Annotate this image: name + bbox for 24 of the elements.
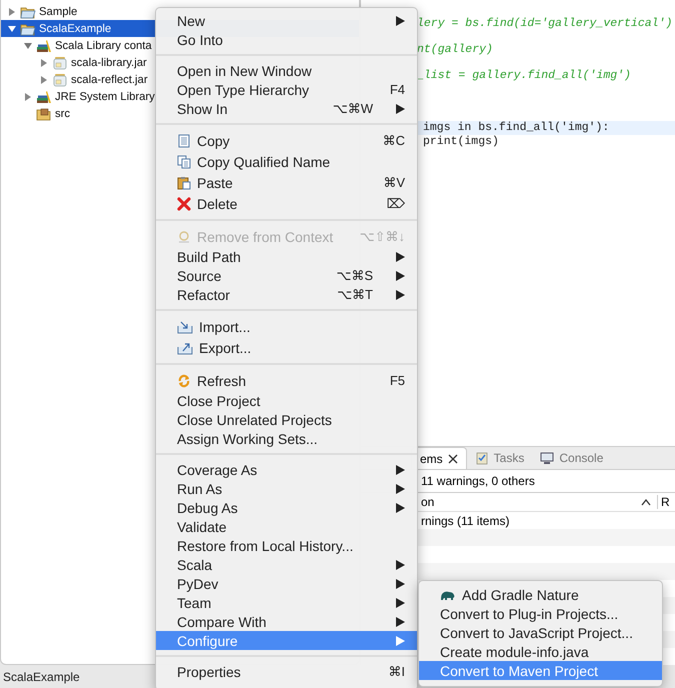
code-line: nt(gallery) [416, 43, 493, 56]
shortcut-label: ⌘V [383, 174, 405, 190]
code-line: lery = bs.find(id='gallery_vertical') [416, 17, 672, 30]
tree-item-label: JRE System Library [55, 90, 155, 102]
tree-item-label: Scala Library conta [55, 40, 152, 52]
shortcut-label: ⌥⌘S [336, 268, 373, 284]
code-line: imgs in bs.find_all('img'): [422, 121, 610, 134]
code-line: _list = gallery.find_all('img') [416, 69, 631, 82]
tree-item-label: ScalaExample [39, 22, 112, 34]
shortcut-label: ⌦ [386, 196, 405, 212]
tree-item-label: src [55, 108, 70, 120]
shortcut-label: ⌥⇧⌘↓ [360, 228, 405, 244]
shortcut-label: ⌥⌘T [337, 286, 373, 302]
status-text: ScalaExample [3, 670, 80, 684]
shortcut-label: F5 [390, 373, 405, 388]
shortcut-label: F4 [390, 82, 405, 97]
code-line: print(imgs) [422, 135, 499, 148]
tree-item-label: Sample [39, 6, 78, 18]
tree-item-label: scala-library.jar [71, 56, 147, 68]
shortcut-label: ⌘C [382, 132, 405, 148]
shortcut-label: ⌘I [388, 664, 405, 680]
tree-item-label: scala-reflect.jar [71, 74, 148, 86]
problems-summary: 11 warnings, 0 others [420, 473, 536, 490]
shortcut-label: ⌥⌘W [332, 100, 373, 116]
